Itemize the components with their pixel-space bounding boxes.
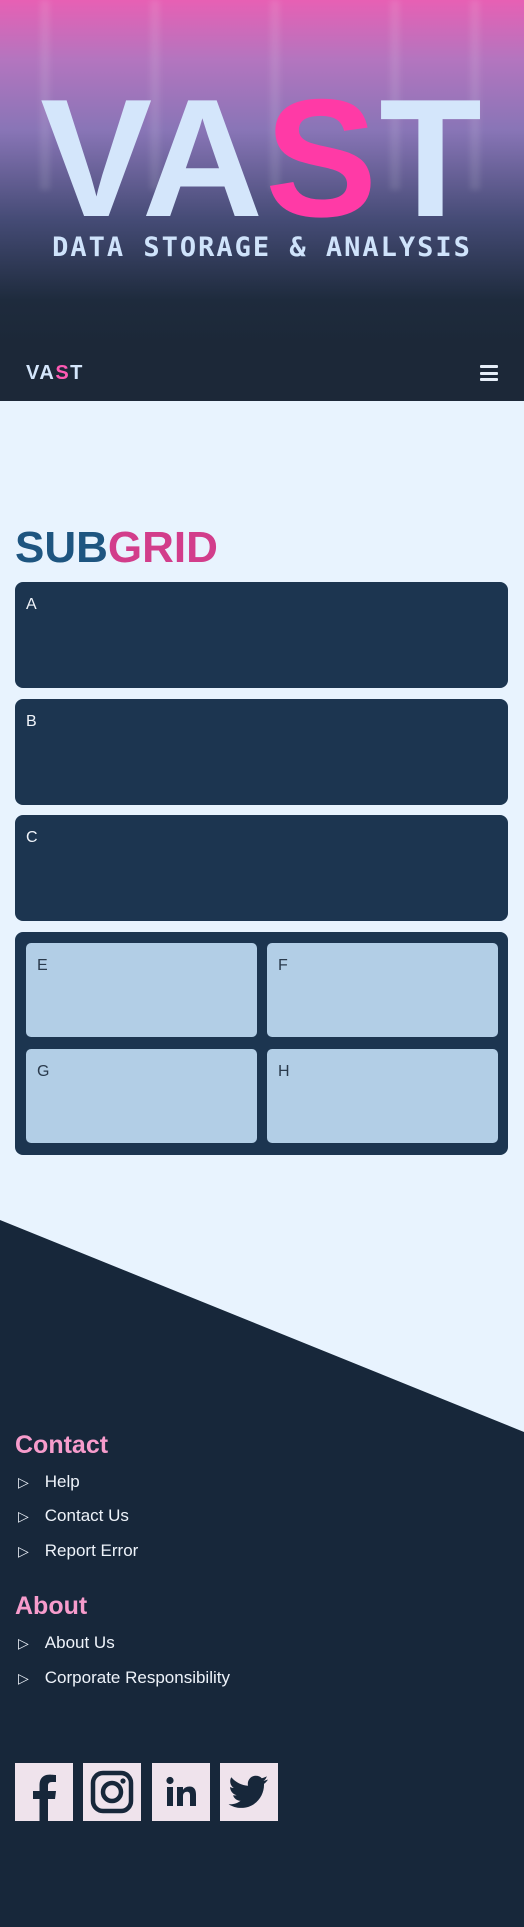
footer-link-report-error[interactable]: ▷ Report Error: [18, 1541, 138, 1561]
hero-title: VAST: [0, 74, 524, 242]
hero-banner: VAST DATA STORAGE & ANALYSIS: [0, 0, 524, 345]
subgrid-card-h: H: [267, 1049, 498, 1143]
linkedin-glyph: [166, 1776, 196, 1806]
twitter-icon[interactable]: [220, 1763, 278, 1821]
triangle-right-icon: ▷: [18, 1542, 29, 1559]
card-label: A: [26, 596, 37, 613]
footer-link-help[interactable]: ▷ Help: [18, 1472, 80, 1492]
triangle-right-icon: ▷: [18, 1669, 29, 1686]
instagram-icon[interactable]: [83, 1763, 141, 1821]
footer-link-label: Corporate Responsibility: [44, 1668, 230, 1687]
facebook-icon[interactable]: [15, 1763, 73, 1821]
footer-about-heading: About: [15, 1592, 88, 1620]
hero-subtitle: DATA STORAGE & ANALYSIS: [52, 232, 472, 263]
section-title-part2: GRID: [107, 523, 218, 572]
footer-link-about-us[interactable]: ▷ About Us: [18, 1633, 115, 1653]
subgrid-card-g: G: [26, 1049, 257, 1143]
subgrid-container: E F G H: [15, 932, 508, 1155]
nav-logo-part2: T: [70, 361, 84, 384]
hero-title-part2: T: [379, 64, 484, 252]
nav-logo[interactable]: VAST: [26, 362, 84, 385]
section-title: SUBGRID: [15, 522, 218, 574]
subgrid-card-e: E: [26, 943, 257, 1037]
card-label: G: [37, 1063, 50, 1080]
hamburger-bar: [480, 365, 498, 368]
footer-contact-heading: Contact: [15, 1431, 109, 1459]
instagram-glyph: [90, 1770, 134, 1814]
grid-card-a: A: [15, 582, 508, 688]
navbar: VAST: [0, 345, 524, 401]
twitter-glyph: [228, 1775, 268, 1808]
footer-link-corporate-responsibility[interactable]: ▷ Corporate Responsibility: [18, 1668, 230, 1688]
footer-link-contact-us[interactable]: ▷ Contact Us: [18, 1506, 129, 1526]
hamburger-icon[interactable]: [480, 365, 498, 381]
nav-logo-part1: VA: [26, 361, 56, 384]
hamburger-bar: [480, 371, 498, 375]
card-label: E: [37, 957, 48, 974]
grid-card-c: C: [15, 815, 508, 921]
section-title-part1: SUB: [15, 523, 108, 572]
triangle-right-icon: ▷: [18, 1507, 29, 1524]
hero-title-part1: VA: [40, 64, 266, 252]
triangle-right-icon: ▷: [18, 1473, 29, 1490]
card-label: F: [278, 957, 288, 974]
card-label: C: [26, 829, 38, 846]
hamburger-bar: [480, 378, 498, 381]
triangle-right-icon: ▷: [18, 1634, 29, 1651]
card-label: B: [26, 713, 37, 730]
linkedin-icon[interactable]: [152, 1763, 210, 1821]
footer-link-label: Report Error: [44, 1541, 139, 1560]
subgrid-card-f: F: [267, 943, 498, 1037]
footer-link-label: Contact Us: [44, 1506, 129, 1525]
hero-title-accent: S: [265, 64, 380, 252]
footer-link-label: Help: [44, 1472, 80, 1491]
nav-logo-accent: S: [55, 361, 71, 384]
card-label: H: [278, 1063, 290, 1080]
facebook-glyph: [33, 1774, 56, 1821]
footer-link-label: About Us: [44, 1633, 115, 1652]
grid-card-b: B: [15, 699, 508, 805]
